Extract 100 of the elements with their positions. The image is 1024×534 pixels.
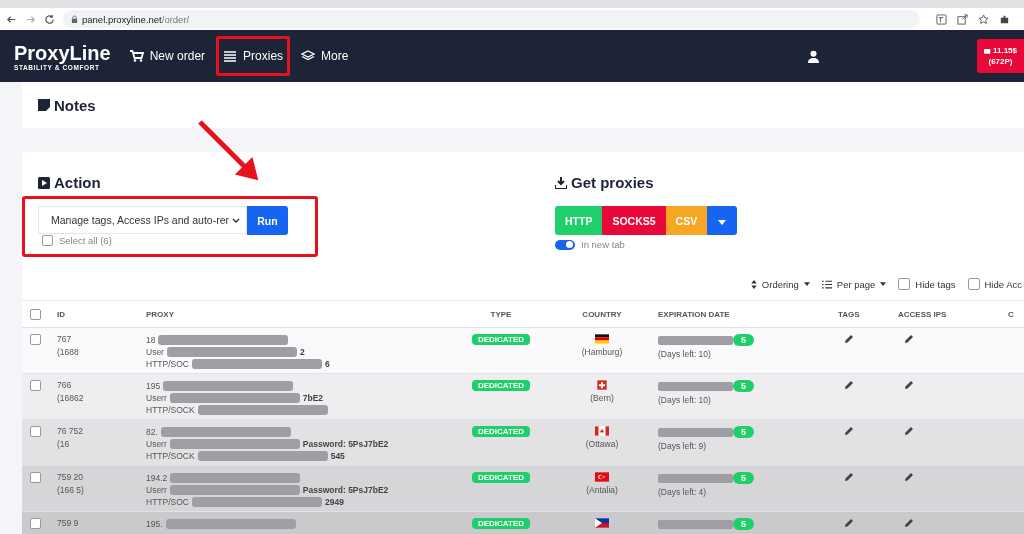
pencil-icon[interactable]: [904, 472, 914, 482]
per-page-dropdown[interactable]: Per page: [821, 278, 887, 290]
days-left-text: (Days left: 4): [658, 487, 708, 497]
caret-icon: [880, 282, 887, 286]
proxy-text: 195: [146, 380, 161, 391]
flag-icon: [595, 426, 609, 436]
checkbox[interactable]: [30, 472, 41, 483]
checkbox-label: Select all (6): [59, 235, 112, 246]
checkbox[interactable]: [30, 334, 41, 345]
city-text: (Hamburg): [581, 347, 623, 357]
pencil-icon[interactable]: [904, 426, 914, 436]
section-title: Notes: [54, 96, 96, 114]
id-text: (16862: [57, 393, 85, 403]
proxy-text: HTTP/SOCK: [146, 450, 195, 461]
column-header: ID: [57, 309, 66, 319]
column-header: COUNTRY: [581, 309, 623, 319]
pencil-icon[interactable]: [904, 334, 914, 344]
column-header: EXPIRATION DATE: [658, 309, 731, 319]
column-header: ACCESS IPS: [898, 309, 948, 319]
id-text: 76 752: [57, 426, 84, 436]
checkbox[interactable]: [30, 380, 41, 391]
run-button[interactable]: Run: [247, 206, 288, 235]
proxy-text: Userr: [146, 484, 167, 495]
checkbox[interactable]: [967, 278, 980, 290]
checkbox-label: Hide tags: [915, 278, 956, 290]
note-icon: [38, 99, 50, 111]
city-text: (Bern): [590, 393, 614, 403]
proxy-text: Userr: [146, 392, 167, 403]
user-icon[interactable]: [808, 49, 819, 63]
pencil-icon[interactable]: [904, 380, 914, 390]
toggle-switch[interactable]: [555, 239, 575, 250]
reload-icon[interactable]: [44, 13, 55, 25]
proxy-text: 194.2: [146, 472, 168, 483]
checkbox[interactable]: [30, 518, 41, 529]
lock-icon: [71, 14, 78, 24]
count-badge: 5: [733, 380, 754, 392]
column-header: PROXY: [146, 309, 175, 319]
section-title: Get proxies: [571, 174, 654, 191]
balance-button[interactable]: 11.15$ (672P): [977, 39, 1024, 73]
action-select[interactable]: Manage tags, Access IPs and auto-rer: [38, 206, 247, 234]
proxy-text: 18: [146, 334, 156, 345]
count-badge: 5: [733, 472, 754, 484]
column-header: C: [1008, 309, 1015, 319]
checkbox[interactable]: [898, 278, 911, 290]
checkbox-label: Hide Acc: [984, 278, 1022, 290]
checkbox[interactable]: [30, 426, 41, 437]
ordering-dropdown[interactable]: Ordering: [750, 278, 810, 290]
list-icon: [821, 279, 832, 289]
caret-icon: [803, 282, 810, 286]
proxy-text: 2949: [325, 496, 344, 507]
toggle-label: In new tab: [581, 239, 625, 250]
proxy-text: Password: 5PsJ7bE2: [302, 484, 389, 495]
id-text: 759 20: [57, 472, 84, 482]
wallet-icon: [984, 47, 991, 54]
pencil-icon[interactable]: [844, 426, 854, 436]
pencil-icon[interactable]: [904, 518, 914, 528]
count-badge: 5: [733, 426, 754, 438]
nav-link[interactable]: More: [294, 36, 356, 76]
layers-icon: [301, 50, 316, 62]
star-icon[interactable]: [978, 13, 989, 25]
proxy-text: 82.: [146, 426, 158, 437]
checkbox[interactable]: [42, 235, 53, 246]
dropdown-button[interactable]: [707, 206, 738, 235]
pencil-icon[interactable]: [844, 334, 854, 344]
chevron-icon: [232, 217, 240, 223]
play-icon: [38, 176, 50, 189]
list-icon: [223, 50, 238, 62]
pencil-icon[interactable]: [844, 472, 854, 482]
column-header: TAGS: [838, 309, 861, 319]
section-title: Action: [54, 174, 101, 191]
proxy-text: HTTP/SOC: [146, 358, 189, 369]
pencil-icon[interactable]: [844, 380, 854, 390]
proxy-text: 2: [299, 346, 305, 357]
city-text: (Ottawa): [585, 439, 619, 449]
address-bar[interactable]: panel.proxyline.net/order/: [63, 10, 920, 28]
flag-icon: [595, 380, 609, 390]
type-badge: DEDICATED: [471, 472, 531, 483]
flag-icon: [595, 334, 609, 344]
type-badge: DEDICATED: [471, 426, 531, 437]
proxy-text: User: [146, 346, 164, 357]
city-text: (Antalia): [586, 485, 618, 495]
nav-link[interactable]: New order: [122, 36, 213, 76]
flag-icon: [595, 472, 609, 482]
type-badge: DEDICATED: [471, 380, 531, 391]
id-text: (16: [57, 439, 71, 449]
proxy-text: 7bE2: [302, 392, 324, 403]
checkbox[interactable]: [30, 308, 41, 320]
count-badge: 5: [733, 518, 754, 530]
translate-icon[interactable]: [936, 13, 947, 25]
days-left-text: (Days left: 10): [658, 349, 712, 359]
puzzle-icon[interactable]: [999, 13, 1010, 25]
days-left-text: (Days left: 10): [658, 395, 712, 405]
download-button[interactable]: SOCKS5: [602, 206, 666, 235]
nav-link[interactable]: Proxies: [216, 36, 291, 76]
id-text: 759 9: [57, 518, 80, 528]
flag-icon: [595, 518, 609, 528]
logo[interactable]: ProxyLine: [14, 41, 111, 64]
pencil-icon[interactable]: [844, 518, 854, 528]
count-badge: 5: [733, 334, 754, 346]
share-icon[interactable]: [957, 13, 968, 25]
